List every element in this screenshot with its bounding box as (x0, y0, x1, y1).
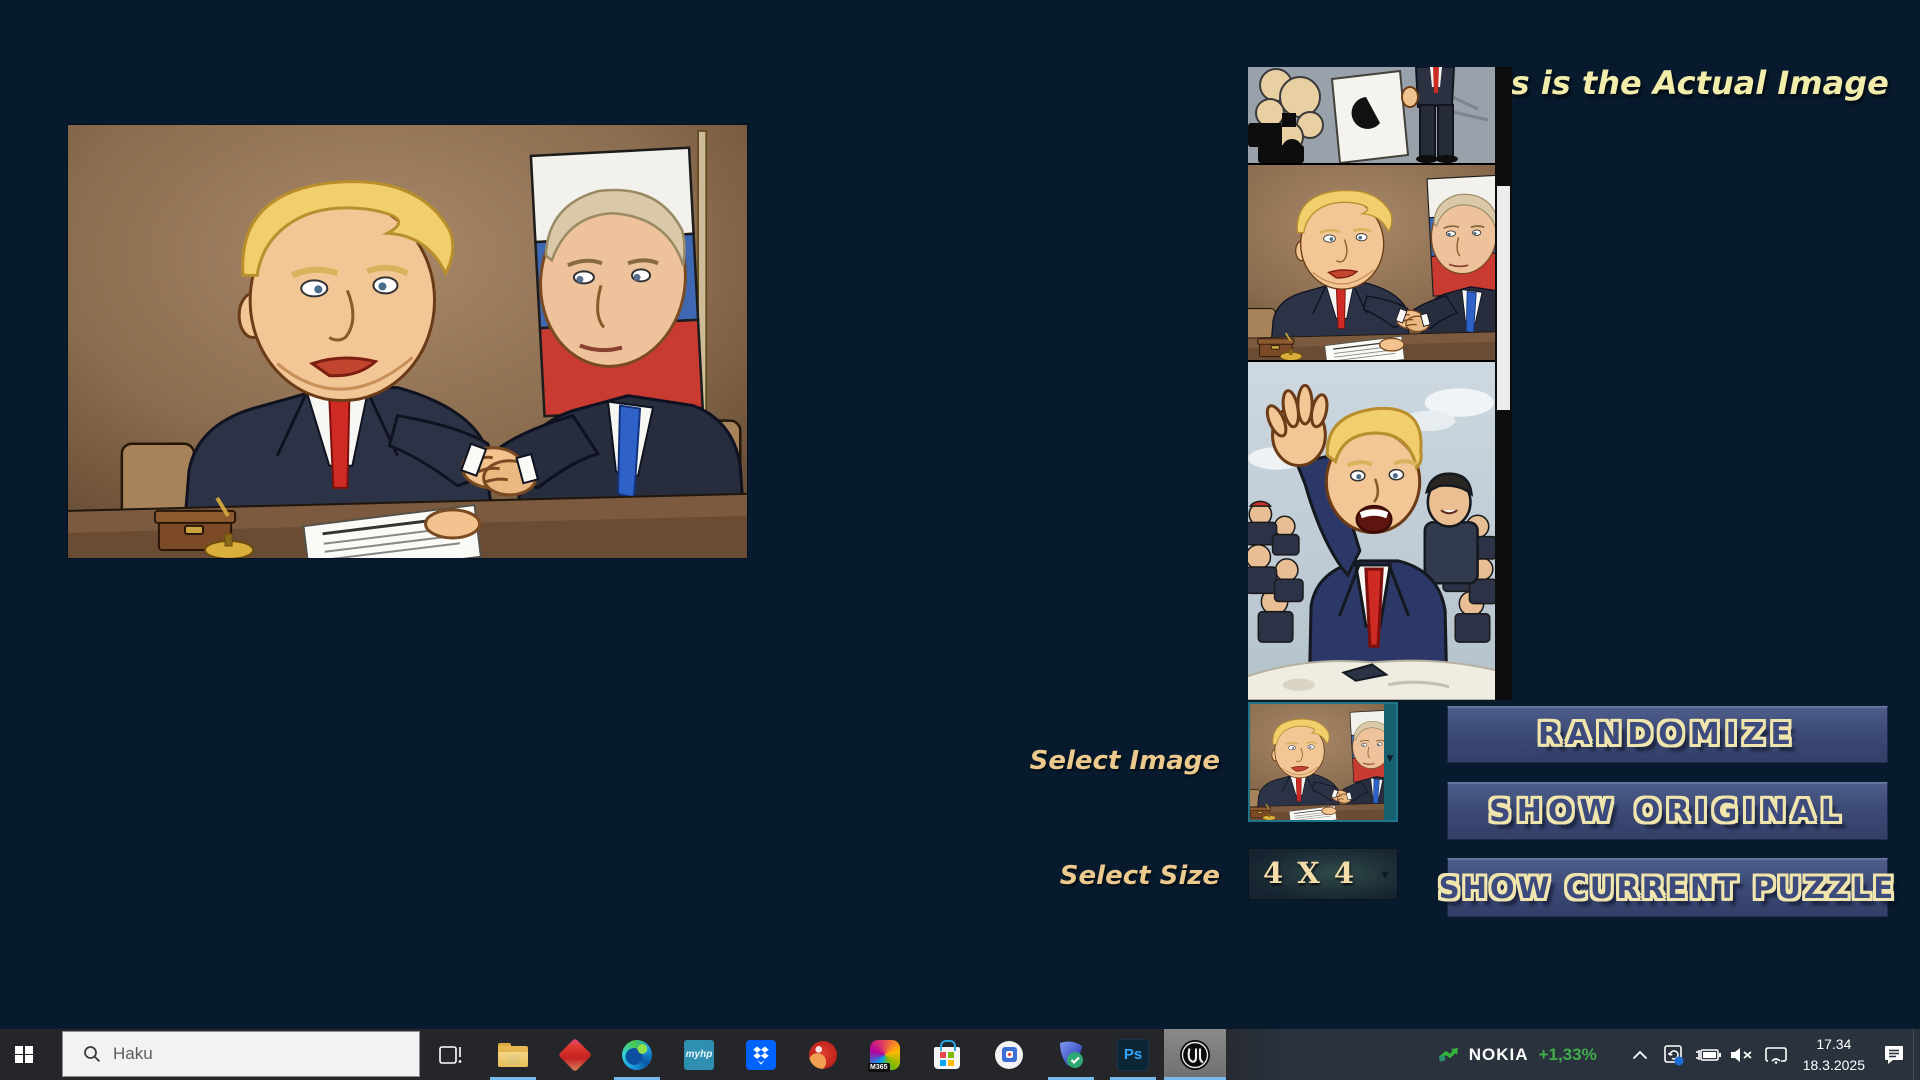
taskbar-file-explorer[interactable] (482, 1029, 544, 1080)
stock-change: +1,33% (1539, 1045, 1597, 1065)
stock-symbol: NOKIA (1469, 1045, 1529, 1065)
task-view-icon (439, 1044, 463, 1066)
chevron-down-icon: ▼ (1381, 870, 1389, 881)
show-current-puzzle-button[interactable]: SHOW CURRENT PUZZLE (1447, 858, 1888, 917)
tray-cast-button[interactable] (1761, 1029, 1791, 1080)
taskbar-photoshop[interactable]: Ps (1102, 1029, 1164, 1080)
stock-ticker[interactable]: NOKIA +1,33% (1439, 1045, 1597, 1065)
taskbar-security-app[interactable] (1040, 1029, 1102, 1080)
m365-copilot-icon: M365 (870, 1040, 900, 1070)
puzzle-game-window: This is the Actual Image Select Image ▼ (0, 0, 1920, 1080)
randomize-button-label: RANDOMIZE (1538, 717, 1797, 752)
desktop: This is the Actual Image Select Image ▼ (0, 0, 1920, 1080)
image-thumbnail-list[interactable] (1248, 67, 1512, 700)
windows-logo-icon (15, 1046, 33, 1064)
thumbnail-podium-speech[interactable] (1248, 67, 1495, 163)
show-original-button[interactable]: SHOW ORIGINAL (1447, 782, 1888, 840)
photos-app-icon (995, 1041, 1023, 1069)
select-size-dropdown[interactable]: 4 X 4 ▼ (1248, 848, 1398, 900)
tray-sync-button[interactable] (1659, 1029, 1689, 1080)
myhp-icon: myhp (684, 1040, 714, 1070)
taskbar-red-diamond-app[interactable] (544, 1029, 606, 1080)
show-desktop-button[interactable] (1913, 1029, 1920, 1080)
rally-thumbnail-image (1248, 362, 1495, 700)
action-center-button[interactable] (1879, 1029, 1909, 1080)
security-shield-icon (1056, 1040, 1086, 1070)
select-image-label: Select Image (1000, 746, 1220, 776)
randomize-button[interactable]: RANDOMIZE (1447, 706, 1888, 763)
windows-taskbar: myhp M365 (0, 1029, 1920, 1080)
photoshop-icon: Ps (1117, 1039, 1149, 1071)
podium-speech-thumbnail-image (1248, 67, 1495, 163)
handshake-thumbnail-image (1248, 165, 1495, 360)
taskbar-dropbox[interactable] (730, 1029, 792, 1080)
show-current-puzzle-button-label: SHOW CURRENT PUZZLE (1439, 871, 1897, 905)
chevron-up-icon (1632, 1050, 1648, 1060)
page-title: This is the Actual Image (1455, 64, 1889, 102)
microsoft-store-icon (934, 1047, 960, 1069)
taskbar-red-globe-app[interactable] (792, 1029, 854, 1080)
file-explorer-icon (498, 1043, 528, 1067)
search-input[interactable] (111, 1043, 375, 1065)
select-size-label: Select Size (1000, 861, 1220, 891)
stock-up-arrow-icon (1439, 1046, 1461, 1064)
tray-volume-button[interactable] (1727, 1029, 1757, 1080)
system-tray: NOKIA +1,33% (1439, 1029, 1920, 1080)
red-diamond-icon (558, 1038, 592, 1072)
thumbnail-handshake[interactable] (1248, 165, 1495, 360)
taskbar-photos-app[interactable] (978, 1029, 1040, 1080)
taskbar-microsoft-store[interactable] (916, 1029, 978, 1080)
chevron-down-icon: ▼ (1384, 754, 1396, 764)
tray-battery-button[interactable] (1693, 1029, 1723, 1080)
scrollbar-thumb[interactable] (1497, 186, 1510, 410)
action-center-icon (1883, 1044, 1905, 1066)
select-image-dropdown[interactable]: ▼ (1248, 702, 1398, 822)
selected-image-preview (1250, 704, 1384, 820)
taskbar-m365-copilot[interactable]: M365 (854, 1029, 916, 1080)
clock-date: 18.3.2025 (1803, 1055, 1865, 1075)
handshake-cartoon-image (68, 125, 747, 558)
unreal-engine-icon (1179, 1039, 1211, 1071)
taskbar-edge-browser[interactable] (606, 1029, 668, 1080)
taskbar-myhp[interactable]: myhp (668, 1029, 730, 1080)
m365-label: M365 (868, 1063, 890, 1072)
start-button[interactable] (0, 1029, 48, 1080)
search-icon (83, 1045, 101, 1063)
taskbar-unreal-engine[interactable] (1164, 1029, 1226, 1080)
main-image (68, 125, 747, 558)
red-globe-icon (809, 1041, 837, 1069)
sync-device-icon (1662, 1043, 1686, 1067)
task-view-button[interactable] (428, 1029, 474, 1080)
speaker-muted-icon (1729, 1046, 1755, 1064)
wireless-display-icon (1764, 1045, 1788, 1065)
clock-time: 17.34 (1803, 1034, 1865, 1054)
show-original-button-label: SHOW ORIGINAL (1489, 794, 1846, 829)
taskbar-clock[interactable]: 17.34 18.3.2025 (1803, 1034, 1865, 1075)
edge-browser-icon (622, 1040, 652, 1070)
taskbar-search-box[interactable] (62, 1031, 420, 1077)
thumbnail-rally[interactable] (1248, 362, 1495, 700)
thumbnail-scrollbar[interactable] (1495, 67, 1512, 700)
battery-charging-icon (1694, 1047, 1722, 1063)
dropbox-icon (746, 1040, 776, 1070)
tray-expand-button[interactable] (1625, 1029, 1655, 1080)
taskbar-app-icons: myhp M365 (482, 1029, 1226, 1080)
select-size-value: 4 X 4 (1263, 856, 1356, 890)
